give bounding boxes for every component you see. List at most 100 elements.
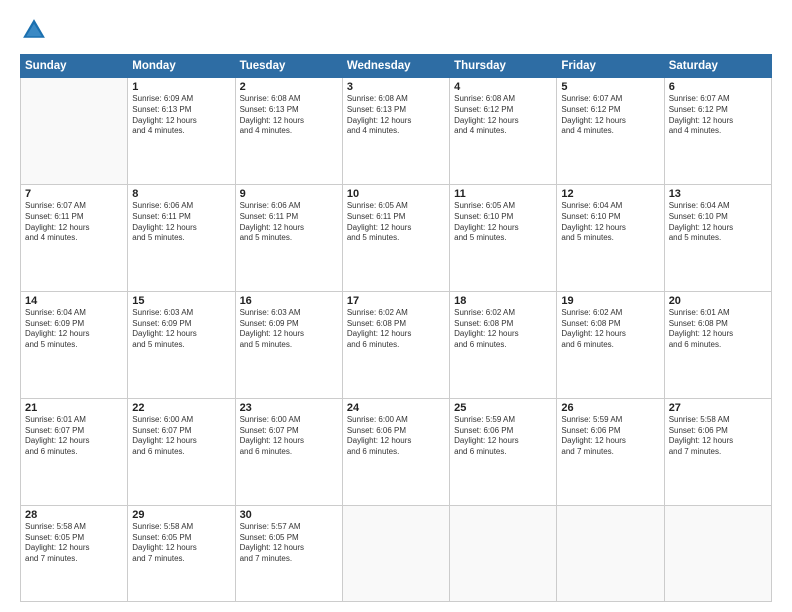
day-number: 18	[454, 295, 552, 307]
calendar-cell: 13Sunrise: 6:04 AM Sunset: 6:10 PM Dayli…	[664, 184, 771, 291]
day-number: 20	[669, 295, 767, 307]
day-number: 13	[669, 188, 767, 200]
day-number: 3	[347, 81, 445, 93]
day-info: Sunrise: 6:00 AM Sunset: 6:07 PM Dayligh…	[132, 415, 230, 458]
calendar-cell: 19Sunrise: 6:02 AM Sunset: 6:08 PM Dayli…	[557, 291, 664, 398]
day-number: 14	[25, 295, 123, 307]
calendar-cell: 3Sunrise: 6:08 AM Sunset: 6:13 PM Daylig…	[342, 78, 449, 185]
weekday-header: Tuesday	[235, 55, 342, 78]
calendar-cell: 10Sunrise: 6:05 AM Sunset: 6:11 PM Dayli…	[342, 184, 449, 291]
day-number: 25	[454, 402, 552, 414]
calendar-cell: 6Sunrise: 6:07 AM Sunset: 6:12 PM Daylig…	[664, 78, 771, 185]
day-info: Sunrise: 6:04 AM Sunset: 6:09 PM Dayligh…	[25, 308, 123, 351]
day-number: 17	[347, 295, 445, 307]
calendar-header-row: SundayMondayTuesdayWednesdayThursdayFrid…	[21, 55, 772, 78]
calendar-cell: 5Sunrise: 6:07 AM Sunset: 6:12 PM Daylig…	[557, 78, 664, 185]
day-info: Sunrise: 5:58 AM Sunset: 6:05 PM Dayligh…	[25, 522, 123, 565]
day-info: Sunrise: 5:59 AM Sunset: 6:06 PM Dayligh…	[454, 415, 552, 458]
day-info: Sunrise: 6:06 AM Sunset: 6:11 PM Dayligh…	[240, 201, 338, 244]
calendar-cell: 9Sunrise: 6:06 AM Sunset: 6:11 PM Daylig…	[235, 184, 342, 291]
calendar-cell: 26Sunrise: 5:59 AM Sunset: 6:06 PM Dayli…	[557, 398, 664, 505]
day-info: Sunrise: 6:09 AM Sunset: 6:13 PM Dayligh…	[132, 94, 230, 137]
weekday-header: Friday	[557, 55, 664, 78]
day-info: Sunrise: 6:07 AM Sunset: 6:11 PM Dayligh…	[25, 201, 123, 244]
day-number: 23	[240, 402, 338, 414]
day-info: Sunrise: 6:05 AM Sunset: 6:11 PM Dayligh…	[347, 201, 445, 244]
day-number: 24	[347, 402, 445, 414]
calendar-cell	[664, 505, 771, 601]
day-info: Sunrise: 6:03 AM Sunset: 6:09 PM Dayligh…	[132, 308, 230, 351]
day-number: 5	[561, 81, 659, 93]
day-number: 4	[454, 81, 552, 93]
day-number: 22	[132, 402, 230, 414]
weekday-header: Sunday	[21, 55, 128, 78]
calendar-cell: 15Sunrise: 6:03 AM Sunset: 6:09 PM Dayli…	[128, 291, 235, 398]
day-info: Sunrise: 6:02 AM Sunset: 6:08 PM Dayligh…	[347, 308, 445, 351]
page-header	[20, 18, 772, 44]
calendar-cell: 28Sunrise: 5:58 AM Sunset: 6:05 PM Dayli…	[21, 505, 128, 601]
calendar-cell: 30Sunrise: 5:57 AM Sunset: 6:05 PM Dayli…	[235, 505, 342, 601]
day-info: Sunrise: 6:07 AM Sunset: 6:12 PM Dayligh…	[669, 94, 767, 137]
day-number: 15	[132, 295, 230, 307]
day-number: 30	[240, 509, 338, 521]
calendar-cell: 23Sunrise: 6:00 AM Sunset: 6:07 PM Dayli…	[235, 398, 342, 505]
calendar-cell	[342, 505, 449, 601]
day-number: 26	[561, 402, 659, 414]
calendar-week-row: 14Sunrise: 6:04 AM Sunset: 6:09 PM Dayli…	[21, 291, 772, 398]
day-number: 2	[240, 81, 338, 93]
day-info: Sunrise: 5:58 AM Sunset: 6:05 PM Dayligh…	[132, 522, 230, 565]
day-number: 11	[454, 188, 552, 200]
day-info: Sunrise: 6:08 AM Sunset: 6:13 PM Dayligh…	[347, 94, 445, 137]
day-info: Sunrise: 6:04 AM Sunset: 6:10 PM Dayligh…	[561, 201, 659, 244]
day-info: Sunrise: 6:04 AM Sunset: 6:10 PM Dayligh…	[669, 201, 767, 244]
calendar-cell: 20Sunrise: 6:01 AM Sunset: 6:08 PM Dayli…	[664, 291, 771, 398]
logo	[20, 18, 52, 44]
calendar-cell: 11Sunrise: 6:05 AM Sunset: 6:10 PM Dayli…	[450, 184, 557, 291]
calendar-cell	[21, 78, 128, 185]
day-info: Sunrise: 6:08 AM Sunset: 6:13 PM Dayligh…	[240, 94, 338, 137]
calendar-cell: 16Sunrise: 6:03 AM Sunset: 6:09 PM Dayli…	[235, 291, 342, 398]
day-info: Sunrise: 6:05 AM Sunset: 6:10 PM Dayligh…	[454, 201, 552, 244]
calendar-week-row: 7Sunrise: 6:07 AM Sunset: 6:11 PM Daylig…	[21, 184, 772, 291]
calendar-cell: 22Sunrise: 6:00 AM Sunset: 6:07 PM Dayli…	[128, 398, 235, 505]
day-info: Sunrise: 5:57 AM Sunset: 6:05 PM Dayligh…	[240, 522, 338, 565]
calendar-cell: 12Sunrise: 6:04 AM Sunset: 6:10 PM Dayli…	[557, 184, 664, 291]
calendar-cell: 7Sunrise: 6:07 AM Sunset: 6:11 PM Daylig…	[21, 184, 128, 291]
day-info: Sunrise: 6:02 AM Sunset: 6:08 PM Dayligh…	[454, 308, 552, 351]
calendar-cell: 1Sunrise: 6:09 AM Sunset: 6:13 PM Daylig…	[128, 78, 235, 185]
calendar-cell: 18Sunrise: 6:02 AM Sunset: 6:08 PM Dayli…	[450, 291, 557, 398]
day-number: 27	[669, 402, 767, 414]
day-info: Sunrise: 6:01 AM Sunset: 6:08 PM Dayligh…	[669, 308, 767, 351]
day-number: 19	[561, 295, 659, 307]
calendar-cell: 24Sunrise: 6:00 AM Sunset: 6:06 PM Dayli…	[342, 398, 449, 505]
day-number: 21	[25, 402, 123, 414]
calendar-cell: 17Sunrise: 6:02 AM Sunset: 6:08 PM Dayli…	[342, 291, 449, 398]
calendar-cell	[450, 505, 557, 601]
calendar-cell: 2Sunrise: 6:08 AM Sunset: 6:13 PM Daylig…	[235, 78, 342, 185]
day-info: Sunrise: 6:01 AM Sunset: 6:07 PM Dayligh…	[25, 415, 123, 458]
weekday-header: Monday	[128, 55, 235, 78]
logo-icon	[20, 16, 48, 44]
calendar-week-row: 28Sunrise: 5:58 AM Sunset: 6:05 PM Dayli…	[21, 505, 772, 601]
day-info: Sunrise: 6:00 AM Sunset: 6:06 PM Dayligh…	[347, 415, 445, 458]
day-info: Sunrise: 5:58 AM Sunset: 6:06 PM Dayligh…	[669, 415, 767, 458]
day-info: Sunrise: 6:00 AM Sunset: 6:07 PM Dayligh…	[240, 415, 338, 458]
day-info: Sunrise: 6:06 AM Sunset: 6:11 PM Dayligh…	[132, 201, 230, 244]
day-info: Sunrise: 6:02 AM Sunset: 6:08 PM Dayligh…	[561, 308, 659, 351]
day-number: 12	[561, 188, 659, 200]
day-info: Sunrise: 6:08 AM Sunset: 6:12 PM Dayligh…	[454, 94, 552, 137]
day-info: Sunrise: 6:03 AM Sunset: 6:09 PM Dayligh…	[240, 308, 338, 351]
day-info: Sunrise: 5:59 AM Sunset: 6:06 PM Dayligh…	[561, 415, 659, 458]
day-number: 9	[240, 188, 338, 200]
day-info: Sunrise: 6:07 AM Sunset: 6:12 PM Dayligh…	[561, 94, 659, 137]
calendar-cell: 27Sunrise: 5:58 AM Sunset: 6:06 PM Dayli…	[664, 398, 771, 505]
day-number: 6	[669, 81, 767, 93]
calendar-table: SundayMondayTuesdayWednesdayThursdayFrid…	[20, 54, 772, 602]
day-number: 1	[132, 81, 230, 93]
calendar-cell: 25Sunrise: 5:59 AM Sunset: 6:06 PM Dayli…	[450, 398, 557, 505]
weekday-header: Wednesday	[342, 55, 449, 78]
calendar-cell: 21Sunrise: 6:01 AM Sunset: 6:07 PM Dayli…	[21, 398, 128, 505]
calendar-cell: 8Sunrise: 6:06 AM Sunset: 6:11 PM Daylig…	[128, 184, 235, 291]
day-number: 7	[25, 188, 123, 200]
calendar-cell: 4Sunrise: 6:08 AM Sunset: 6:12 PM Daylig…	[450, 78, 557, 185]
